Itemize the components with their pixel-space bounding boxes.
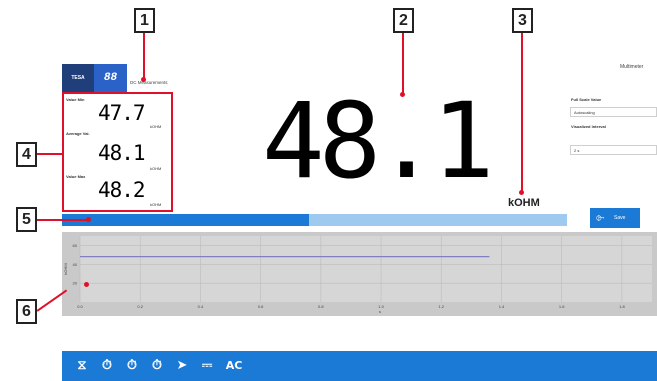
x-tick-label: 0.0 [77, 304, 83, 309]
x-axis-label: s [379, 309, 381, 314]
min-label: Value Min [66, 97, 85, 102]
avg-label: Average Val. [66, 131, 90, 136]
callout-6: 6 [16, 299, 37, 324]
callout-dot-2 [400, 92, 405, 97]
callout-dot-6 [84, 282, 89, 287]
callout-dot-5 [86, 217, 91, 222]
stopwatch-icon[interactable]: ⏱ [124, 357, 140, 375]
ac-button[interactable]: AC [222, 357, 246, 375]
interval-select[interactable]: 2 s [570, 145, 657, 155]
logo-text: TESA [71, 75, 85, 81]
probe-icon[interactable]: ⧖ [74, 357, 90, 375]
stopwatch-icon[interactable]: ⏱ [99, 357, 115, 375]
dc-icon[interactable]: ⎓ [199, 357, 215, 375]
x-tick-label: 0.8 [318, 304, 324, 309]
max-unit: kOHM [150, 202, 162, 207]
max-value: 48.2 [98, 178, 146, 202]
callout-dot-1 [141, 77, 146, 82]
callout-dot-3 [519, 190, 524, 195]
interval-label: Visualized Interval [571, 124, 606, 129]
y-tick-label: 60 [73, 243, 78, 248]
stopwatch-icon[interactable]: ⏱ [149, 357, 165, 375]
callout-leader-3 [521, 32, 523, 192]
callout-1: 1 [134, 8, 155, 33]
min-unit: kOHM [150, 124, 162, 129]
callout-3: 3 [512, 8, 533, 33]
callout-4: 4 [16, 142, 37, 167]
full-scale-value: Autoscaling [574, 110, 595, 115]
mode-toolbar: ⧖ ⏱ ⏱ ⏱ ➤ ⎓ AC [62, 351, 657, 381]
diode-icon[interactable]: ➤ [174, 357, 190, 375]
save-button[interactable]: ⌱ Save [590, 208, 640, 228]
chart-area: 0.0 0.2 0.4 0.6 0.8 1.0 1.2 1.4 1.6 1.8 60 40 20 kOHM… [62, 232, 657, 316]
x-tick-label: 1.2 [438, 304, 444, 309]
avg-unit: kOHM [150, 166, 162, 171]
save-label: Save [614, 215, 626, 221]
trend-chart: 0.0 0.2 0.4 0.6 0.8 1.0 1.2 1.4 1.6 1.8604020kOHM… [63, 236, 652, 314]
logo-digits: 88 [103, 72, 118, 84]
callout-leader-4 [37, 153, 62, 155]
full-scale-label: Full Scale Value [571, 97, 602, 102]
y-tick-label: 20 [73, 281, 78, 286]
callout-leader-5 [37, 219, 87, 221]
unit-label: kOHM [508, 197, 540, 209]
x-tick-label: 1.4 [499, 304, 505, 309]
plot-background [80, 236, 652, 302]
tesa-logo: TESA [62, 64, 94, 92]
x-tick-label: 1.6 [559, 304, 565, 309]
x-tick-label: 0.6 [258, 304, 264, 309]
main-reading: 48.1 [262, 80, 494, 202]
x-tick-label: 0.2 [137, 304, 143, 309]
mode-label: DC Measurements [130, 80, 168, 85]
max-label: Value Max [66, 174, 86, 179]
y-axis-label: kOHM [63, 263, 68, 274]
save-icon: ⌱ [596, 211, 605, 224]
x-tick-label: 0.4 [198, 304, 204, 309]
avg-value: 48.1 [98, 141, 146, 165]
callout-leader-2 [402, 32, 404, 94]
x-tick-label: 1.8 [619, 304, 625, 309]
callout-leader-1 [143, 32, 145, 80]
callout-5: 5 [16, 207, 37, 232]
callout-2: 2 [393, 8, 414, 33]
multimeter-label: Multimeter [620, 64, 644, 70]
interval-value: 2 s [574, 148, 580, 153]
y-tick-label: 40 [73, 262, 78, 267]
full-scale-select[interactable]: Autoscaling [570, 107, 657, 117]
progress-fill [62, 214, 310, 226]
progress-track [62, 214, 567, 226]
min-value: 47.7 [98, 101, 146, 125]
mode-indicator-icon: 88 [94, 64, 127, 92]
